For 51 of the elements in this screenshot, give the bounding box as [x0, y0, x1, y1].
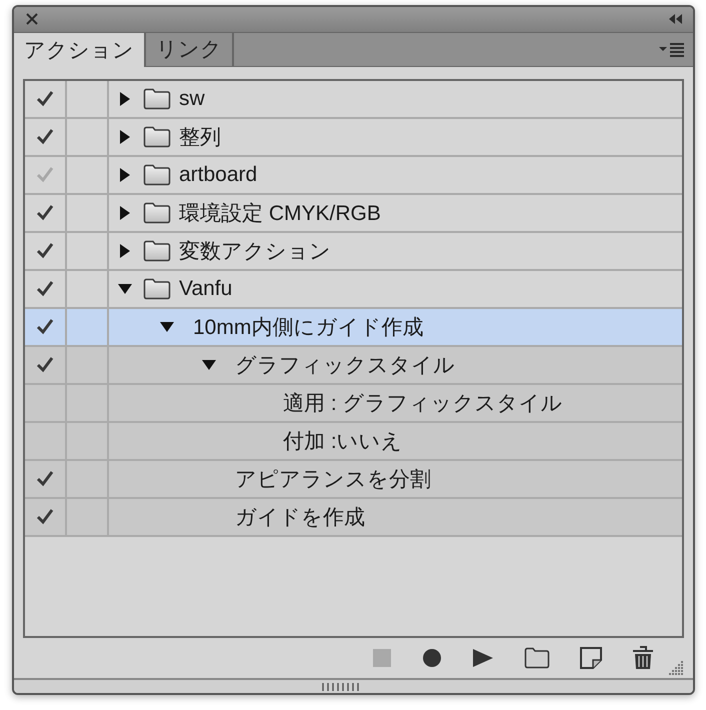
action-label: 付加 :いいえ — [283, 429, 403, 456]
new-item-icon[interactable] — [580, 647, 602, 670]
resize-grip-icon[interactable] — [668, 660, 684, 676]
action-label: アピアランスを分割 — [235, 467, 431, 494]
action-row[interactable]: アピアランスを分割 — [25, 461, 682, 500]
action-label: 変数アクション — [179, 239, 331, 266]
action-row[interactable]: 整列 — [25, 119, 682, 158]
folder-icon — [143, 88, 171, 110]
checkmark-icon[interactable] — [36, 204, 54, 222]
play-icon[interactable] — [472, 648, 494, 668]
checkmark-icon[interactable] — [36, 318, 54, 336]
action-label: Vanfu — [179, 277, 232, 302]
checkmark-icon[interactable] — [36, 242, 54, 260]
action-label: ガイドを作成 — [235, 505, 365, 532]
checkmark-icon[interactable] — [36, 90, 54, 108]
folder-icon[interactable] — [524, 647, 550, 670]
action-row[interactable]: 変数アクション — [25, 233, 682, 272]
action-row[interactable]: 付加 :いいえ — [25, 423, 682, 462]
action-row[interactable]: ガイドを作成 — [25, 499, 682, 538]
action-row[interactable]: sw — [25, 81, 682, 120]
action-row[interactable]: Vanfu — [25, 271, 682, 310]
checkmark-icon[interactable] — [36, 356, 54, 374]
checkmark-icon[interactable] — [36, 128, 54, 146]
folder-icon — [143, 126, 171, 148]
drag-handle-icon[interactable] — [322, 682, 362, 691]
folder-icon — [143, 202, 171, 224]
collapse-icon[interactable] — [669, 14, 683, 24]
folder-icon — [143, 164, 171, 186]
close-icon[interactable] — [26, 13, 38, 26]
action-label: 10mm内側にガイド作成 — [193, 315, 424, 342]
action-row[interactable]: 10mm内側にガイド作成 — [25, 309, 682, 348]
action-label: 環境設定 CMYK/RGB — [179, 201, 381, 228]
action-label: sw — [179, 87, 205, 112]
record-icon[interactable] — [422, 648, 442, 668]
action-row[interactable]: 適用 : グラフィックスタイル — [25, 385, 682, 424]
checkmark-icon[interactable] — [36, 470, 54, 488]
action-row[interactable]: グラフィックスタイル — [25, 347, 682, 386]
checkmark-icon[interactable] — [36, 508, 54, 526]
action-label: グラフィックスタイル — [235, 353, 455, 380]
checkmark-icon[interactable] — [36, 280, 54, 298]
trash-icon[interactable] — [632, 646, 654, 670]
action-row[interactable]: 環境設定 CMYK/RGB — [25, 195, 682, 234]
action-label: 適用 : グラフィックスタイル — [283, 391, 563, 418]
folder-icon — [143, 278, 171, 300]
checkmark-icon[interactable] — [36, 166, 54, 184]
action-label: 整列 — [179, 125, 221, 152]
tab[interactable]: アクション — [14, 32, 146, 68]
action-label: artboard — [179, 163, 258, 188]
folder-icon — [143, 240, 171, 262]
panel-menu-icon[interactable] — [659, 42, 685, 57]
action-row[interactable]: artboard — [25, 157, 682, 196]
